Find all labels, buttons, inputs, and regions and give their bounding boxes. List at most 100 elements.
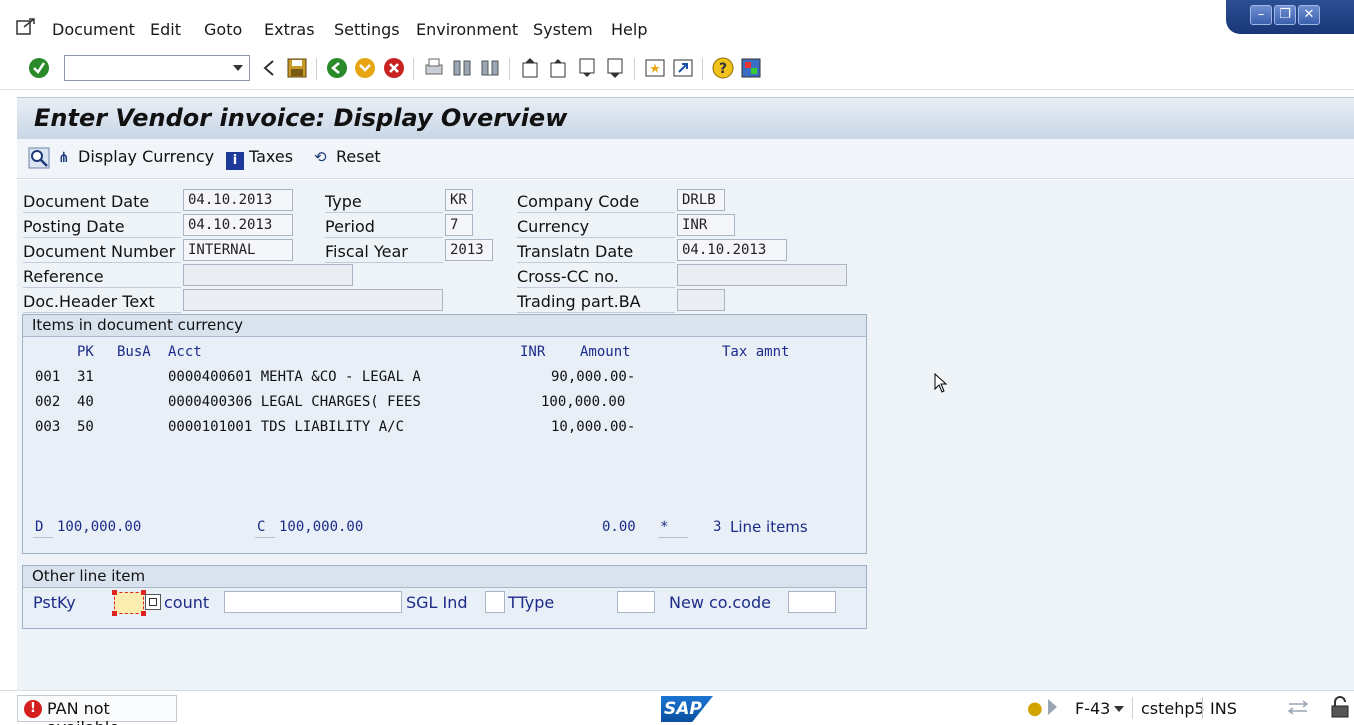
find-icon[interactable] (451, 57, 473, 79)
toolbar-separator (634, 58, 635, 80)
menu-extras[interactable]: Extras (264, 20, 315, 39)
sap-logo-text: SAP (664, 699, 702, 719)
sgl-ind-field[interactable] (485, 591, 505, 613)
new-session-icon[interactable] (644, 57, 666, 79)
print-icon[interactable] (423, 57, 445, 79)
svg-text:?: ? (719, 61, 727, 77)
account-field[interactable] (224, 591, 402, 613)
find-next-icon[interactable] (479, 57, 501, 79)
label-currency: Currency (517, 217, 590, 236)
reset-label: Reset (336, 147, 381, 166)
command-field[interactable] (64, 55, 250, 81)
period-field[interactable]: 7 (445, 214, 473, 236)
display-currency-button[interactable]: ⋔ Display Currency (58, 147, 214, 166)
help-icon[interactable]: ? (712, 57, 734, 79)
menu-settings[interactable]: Settings (334, 20, 400, 39)
taxes-button[interactable]: i Taxes (226, 147, 293, 170)
shortcut-icon[interactable] (672, 57, 694, 79)
currency-field[interactable]: INR (677, 214, 735, 236)
trading-part-field[interactable] (677, 289, 725, 311)
cross-cc-field[interactable] (677, 264, 847, 286)
minimize-icon[interactable]: – (1250, 5, 1272, 25)
pstky-label: PstKy (33, 593, 76, 612)
fiscal-year-field[interactable]: 2013 (445, 239, 493, 261)
info-icon: i (226, 152, 244, 170)
posting-key-field[interactable] (112, 590, 146, 616)
lightbulb-icon[interactable]: ● (1027, 698, 1043, 719)
menu-environment[interactable]: Environment (416, 20, 518, 39)
menu-edit[interactable]: Edit (150, 20, 181, 39)
input-mode[interactable]: INS (1210, 699, 1237, 718)
document-date-field[interactable]: 04.10.2013 (183, 189, 293, 211)
row-amount: 10,000.00- (551, 419, 636, 435)
customize-layout-icon[interactable] (740, 57, 762, 79)
save-icon[interactable] (286, 57, 308, 79)
transaction-code[interactable]: F-43 (1075, 699, 1110, 718)
document-number-field[interactable]: INTERNAL (183, 239, 293, 261)
row-acct: 0000101001 TDS LIABILITY A/C (168, 419, 405, 435)
back-icon[interactable] (326, 57, 348, 79)
label-document-number: Document Number (23, 242, 176, 261)
menu-system[interactable]: System (533, 20, 593, 39)
col-amount: Amount (580, 344, 631, 360)
other-line-item-group: Other line item PstKy count SGL Ind TTyp… (22, 565, 867, 629)
menu-help[interactable]: Help (611, 20, 647, 39)
status-message[interactable]: ! PAN not available (17, 695, 177, 725)
exit-icon[interactable] (354, 57, 376, 79)
transaction-dropdown-icon[interactable] (1114, 706, 1124, 712)
ttype-field[interactable] (617, 591, 655, 613)
label-type: Type (325, 192, 362, 211)
type-field[interactable]: KR (445, 189, 473, 211)
ttype-label: TType (508, 593, 555, 612)
back-arrow-icon[interactable] (258, 57, 280, 79)
posting-date-field[interactable]: 04.10.2013 (183, 214, 293, 236)
reset-button[interactable]: ⟲ Reset (314, 147, 381, 166)
label-reference: Reference (23, 267, 104, 286)
close-icon[interactable]: ✕ (1298, 5, 1320, 25)
account-label: count (164, 593, 210, 612)
command-dropdown-icon[interactable] (233, 65, 243, 71)
menu-document[interactable]: Document (52, 20, 135, 39)
col-tax: Tax amnt (722, 344, 790, 360)
status-bar: ! PAN not available SAP ● F-43 cstehp5 I… (0, 690, 1354, 725)
translatn-date-field[interactable]: 04.10.2013 (677, 239, 787, 261)
cancel-icon[interactable] (383, 57, 405, 79)
label-document-date: Document Date (23, 192, 150, 211)
doc-header-text-field[interactable] (183, 289, 443, 311)
enter-check-icon[interactable] (28, 57, 50, 79)
connection-icon (1287, 700, 1309, 715)
company-code-field[interactable]: DRLB (677, 189, 725, 211)
col-busa: BusA (117, 344, 151, 360)
title-bar: Enter Vendor invoice: Display Overview (17, 97, 1354, 139)
system-menu-icon[interactable] (16, 18, 36, 36)
menu-goto[interactable]: Goto (204, 20, 242, 39)
label-posting-date: Posting Date (23, 217, 125, 236)
balance-indicator: * (660, 519, 669, 535)
label-translatn-date: Translatn Date (517, 242, 634, 261)
page-title: Enter Vendor invoice: Display Overview (34, 104, 568, 132)
label-trading-part: Trading part.BA (517, 292, 641, 311)
reference-field[interactable] (183, 264, 353, 286)
next-page-icon[interactable] (576, 57, 598, 79)
expand-status-icon[interactable] (1048, 699, 1057, 715)
label-period: Period (325, 217, 375, 236)
line-items-label: Line items (730, 518, 808, 536)
debit-total: 100,000.00 (57, 519, 142, 535)
row-no: 003 (35, 419, 61, 435)
maximize-icon[interactable]: ❐ (1274, 5, 1296, 25)
menu-bar: Document Edit Goto Extras Settings Envir… (0, 0, 1354, 50)
first-page-icon[interactable] (519, 57, 541, 79)
last-page-icon[interactable] (604, 57, 626, 79)
lock-icon[interactable] (1330, 696, 1350, 718)
display-currency-label: Display Currency (78, 147, 215, 166)
toolbar-separator (702, 58, 703, 80)
row-acct: 0000400601 MEHTA &CO - LEGAL A (168, 369, 421, 385)
row-pk: 31 (77, 369, 94, 385)
value-help-icon[interactable] (145, 594, 161, 610)
new-co-code-field[interactable] (788, 591, 836, 613)
col-pk: PK (77, 344, 94, 360)
row-acct: 0000400306 LEGAL CHARGES( FEES (168, 394, 421, 410)
prev-page-icon[interactable] (547, 57, 569, 79)
mouse-cursor-icon (934, 373, 948, 393)
display-magnifier-icon[interactable] (28, 147, 50, 169)
